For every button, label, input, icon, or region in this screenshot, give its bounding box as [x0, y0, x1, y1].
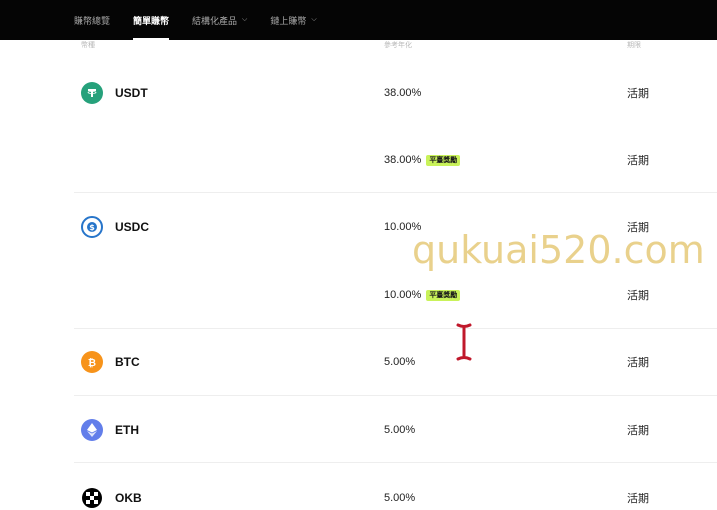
header-term: 期限	[627, 42, 641, 49]
asset-cell: ₿ BTC	[81, 345, 140, 379]
table-row[interactable]: USDT 38.00% 活期	[0, 76, 717, 110]
svg-text:$: $	[89, 223, 95, 232]
asset-cell: OKB	[81, 481, 142, 510]
apr-value: 5.00%	[384, 424, 416, 436]
btc-icon: ₿	[81, 351, 103, 373]
row-divider	[74, 328, 717, 329]
table-row[interactable]: ₿ BTC 5.00% 活期	[0, 345, 717, 379]
header-rate: 參考年化	[384, 42, 412, 49]
chevron-down-icon: ⌵	[311, 16, 317, 23]
table-row[interactable]: OKB 5.00% 活期	[0, 481, 717, 510]
term-cell: 活期	[627, 425, 649, 437]
rate-cell: 10.00% 平臺獎勵	[384, 278, 461, 312]
eth-icon	[81, 419, 103, 441]
asset-name: BTC	[115, 355, 140, 369]
asset-name: ETH	[115, 423, 139, 437]
apr-value: 10.00%	[384, 221, 422, 233]
nav-label: 賺幣總覽	[74, 15, 111, 26]
rate-cell: 38.00% 平臺獎勵	[384, 143, 461, 177]
nav-label: 鏈上賺幣	[270, 15, 307, 26]
apr-value: 38.00%	[384, 154, 422, 166]
term-cell: 活期	[627, 222, 649, 234]
usdc-icon: $	[81, 216, 103, 238]
chevron-down-icon: ⌵	[242, 16, 248, 23]
nav-structured-products[interactable]: 結構化產品 ⌵	[192, 0, 247, 40]
platform-bonus-badge: 平臺獎勵	[426, 289, 461, 301]
asset-name: USDC	[115, 220, 150, 234]
table-header: 幣種 參考年化 期限	[0, 40, 717, 54]
term-cell: 活期	[627, 493, 649, 505]
row-divider	[74, 395, 717, 396]
asset-name: OKB	[115, 491, 142, 505]
asset-name: USDT	[115, 86, 148, 100]
apr-value: 5.00%	[384, 356, 416, 368]
nav-simple-earn[interactable]: 簡單賺幣	[133, 0, 170, 40]
table-row[interactable]: ETH 5.00% 活期	[0, 413, 717, 447]
asset-cell: USDT	[81, 76, 148, 110]
rate-cell: 5.00%	[384, 345, 415, 379]
asset-cell: ETH	[81, 413, 139, 447]
platform-bonus-badge: 平臺獎勵	[426, 154, 461, 166]
earn-page: 賺幣總覽 簡單賺幣 結構化產品 ⌵ 鏈上賺幣 ⌵ 幣種 參考年化 期限 USDT…	[0, 0, 717, 510]
table-row[interactable]: $ USDC 10.00% 活期	[0, 210, 717, 244]
table-row[interactable]: 10.00% 平臺獎勵 活期	[0, 278, 717, 312]
rate-cell: 38.00%	[384, 76, 421, 110]
term-cell: 活期	[627, 290, 649, 302]
term-cell: 活期	[627, 357, 649, 369]
apr-value: 5.00%	[384, 492, 416, 504]
text-cursor-icon	[456, 323, 472, 361]
earn-nav: 賺幣總覽 簡單賺幣 結構化產品 ⌵ 鏈上賺幣 ⌵	[74, 0, 340, 40]
row-divider	[74, 192, 717, 193]
svg-text:₿: ₿	[88, 357, 96, 368]
rate-cell: 5.00%	[384, 413, 415, 447]
nav-label: 結構化產品	[192, 15, 238, 26]
asset-cell: $ USDC	[81, 210, 149, 244]
header-asset: 幣種	[81, 42, 95, 49]
top-nav-bar: 賺幣總覽 簡單賺幣 結構化產品 ⌵ 鏈上賺幣 ⌵	[0, 0, 717, 40]
rate-cell: 10.00%	[384, 210, 421, 244]
term-cell: 活期	[627, 88, 649, 100]
usdt-icon	[81, 82, 103, 104]
apr-value: 10.00%	[384, 289, 422, 301]
okb-icon	[81, 487, 103, 509]
table-row[interactable]: 38.00% 平臺獎勵 活期	[0, 143, 717, 177]
rate-cell: 5.00%	[384, 481, 415, 510]
nav-label: 簡單賺幣	[133, 15, 170, 26]
nav-onchain-earn[interactable]: 鏈上賺幣 ⌵	[270, 0, 316, 40]
row-divider	[74, 462, 717, 463]
term-cell: 活期	[627, 155, 649, 167]
apr-value: 38.00%	[384, 87, 422, 99]
nav-earn-overview[interactable]: 賺幣總覽	[74, 0, 110, 40]
